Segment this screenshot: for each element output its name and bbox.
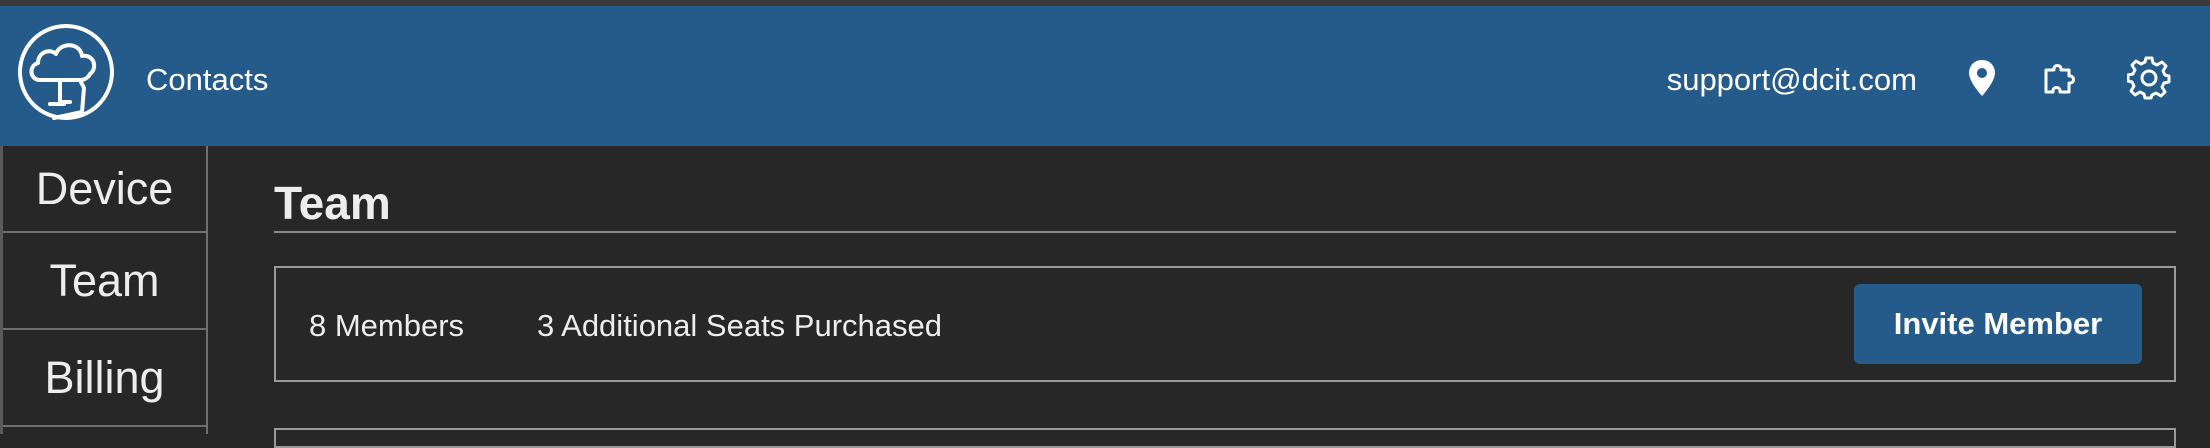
- puzzle-icon[interactable]: [2040, 56, 2084, 100]
- sidebar-item-team[interactable]: Team: [3, 233, 206, 330]
- team-summary-card: 8 Members 3 Additional Seats Purchased I…: [274, 266, 2176, 382]
- location-pin-icon[interactable]: [1960, 56, 2004, 100]
- app-title[interactable]: Contacts: [146, 62, 268, 98]
- additional-seats: 3 Additional Seats Purchased: [537, 308, 942, 343]
- sidebar-item-billing[interactable]: Billing: [3, 330, 206, 427]
- invite-member-button[interactable]: Invite Member: [1854, 284, 2142, 364]
- gear-icon[interactable]: [2127, 56, 2171, 100]
- cloud-logo-icon[interactable]: [14, 22, 118, 130]
- member-count: 8 Members: [309, 308, 465, 343]
- sidebar-nav: Device Team Billing: [0, 146, 208, 434]
- title-divider: [274, 231, 2176, 233]
- member-list-panel: [274, 428, 2176, 448]
- sidebar-item-device[interactable]: Device: [3, 146, 206, 233]
- page-title: Team: [274, 177, 391, 229]
- user-email[interactable]: support@dcit.com: [1667, 62, 1917, 98]
- app-header: Contacts support@dcit.com: [0, 6, 2210, 146]
